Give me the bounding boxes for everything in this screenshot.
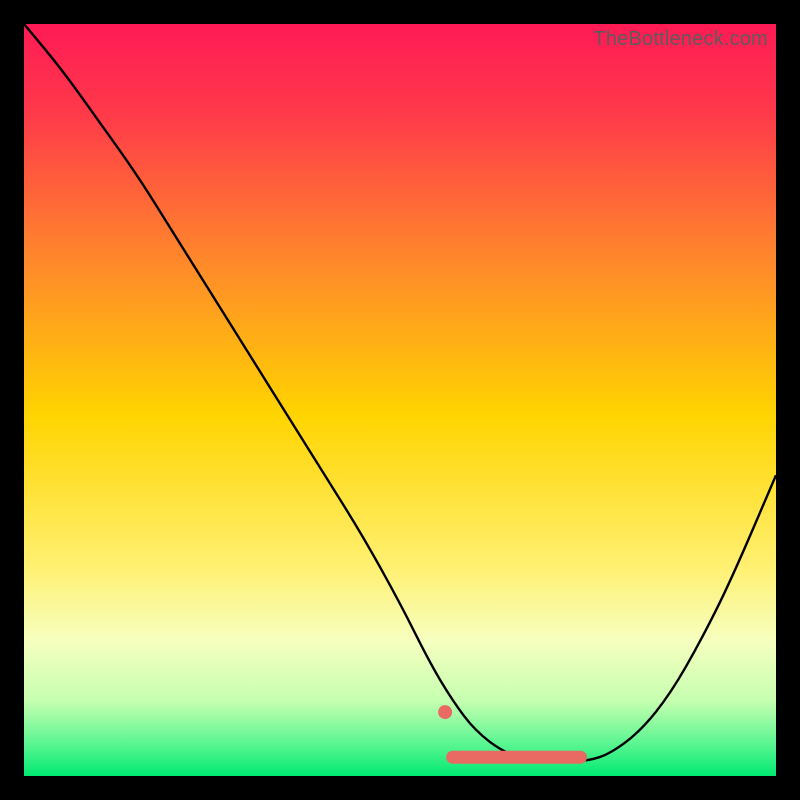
- watermark-text: TheBottleneck.com: [593, 28, 768, 51]
- chart-frame: TheBottleneck.com: [0, 0, 800, 800]
- plot-area: TheBottleneck.com: [24, 24, 776, 776]
- chart-overlay: [24, 24, 776, 776]
- bottleneck-curve: [24, 24, 776, 761]
- optimal-range-dot: [438, 705, 452, 719]
